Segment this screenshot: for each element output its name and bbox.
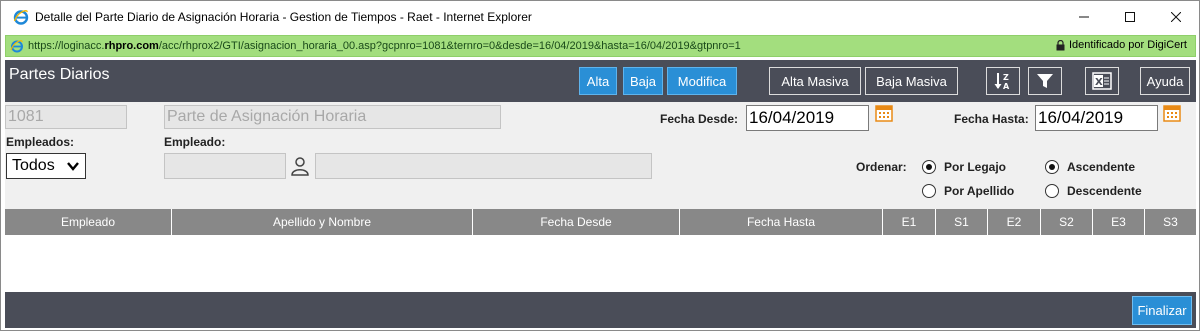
ie-page-icon — [10, 40, 23, 53]
empleado-code-field — [164, 153, 286, 179]
app-content: Partes Diarios Alta Baja Modifica Alta M… — [5, 60, 1196, 328]
finalizar-button[interactable]: Finalizar — [1132, 296, 1192, 325]
chevron-down-icon — [67, 162, 79, 171]
column-header[interactable]: S1 — [936, 209, 988, 235]
description-field: Parte de Asignación Horaria — [164, 105, 501, 129]
window-controls — [1061, 1, 1199, 33]
sort-az-icon: Z A — [994, 73, 1010, 91]
maximize-icon — [1125, 12, 1135, 22]
modifica-button[interactable]: Modifica — [667, 67, 737, 95]
svg-text:A: A — [1003, 82, 1010, 91]
por-legajo-radio[interactable] — [922, 160, 936, 174]
column-header[interactable]: Fecha Desde — [473, 209, 680, 235]
excel-icon: X — [1092, 72, 1112, 90]
user-search-icon[interactable] — [290, 156, 310, 176]
ascendente-label: Ascendente — [1067, 160, 1136, 174]
footer-bar: Finalizar — [5, 292, 1196, 328]
filter-form: 1081 Parte de Asignación Horaria Fecha D… — [5, 102, 1196, 209]
column-header[interactable]: S2 — [1041, 209, 1093, 235]
fecha-hasta-label: Fecha Hasta: — [954, 112, 1029, 126]
calendar-icon[interactable] — [1163, 104, 1181, 122]
column-header[interactable]: Apellido y Nombre — [172, 209, 473, 235]
fecha-desde-label: Fecha Desde: — [660, 112, 739, 126]
minimize-icon — [1079, 16, 1089, 18]
calendar-icon[interactable] — [875, 104, 893, 122]
close-icon — [1171, 12, 1181, 22]
ayuda-button[interactable]: Ayuda — [1140, 67, 1190, 95]
maximize-button[interactable] — [1107, 1, 1153, 33]
descendente-label: Descendente — [1067, 184, 1142, 198]
window-title: Detalle del Parte Diario de Asignación H… — [35, 10, 532, 24]
column-header[interactable]: S3 — [1145, 209, 1196, 235]
column-header[interactable]: E1 — [883, 209, 936, 235]
column-header[interactable]: Empleado — [5, 209, 172, 235]
security-label: Identificado por DigiCert — [1068, 39, 1187, 51]
alta-button[interactable]: Alta — [579, 67, 617, 95]
minimize-button[interactable] — [1061, 1, 1107, 33]
page-title: Partes Diarios — [9, 66, 110, 83]
toolbar: Partes Diarios Alta Baja Modifica Alta M… — [5, 60, 1196, 102]
svg-text:Z: Z — [1003, 73, 1009, 82]
empleados-label: Empleados: — [6, 135, 75, 149]
por-apellido-label: Por Apellido — [944, 184, 1015, 198]
alta-masiva-button[interactable]: Alta Masiva — [769, 67, 861, 95]
sort-button[interactable]: Z A — [986, 67, 1020, 95]
table-body — [5, 235, 1196, 292]
column-header[interactable]: Fecha Hasta — [680, 209, 883, 235]
excel-export-button[interactable]: X — [1085, 67, 1119, 95]
browser-window: Detalle del Parte Diario de Asignación H… — [0, 0, 1200, 331]
baja-masiva-button[interactable]: Baja Masiva — [865, 67, 958, 95]
internet-explorer-icon — [13, 10, 29, 25]
baja-button[interactable]: Baja — [623, 67, 663, 95]
column-header[interactable]: E2 — [988, 209, 1041, 235]
empleados-select[interactable]: Todos — [6, 153, 86, 179]
fecha-desde-input[interactable]: 16/04/2019 — [746, 105, 869, 131]
descendente-radio[interactable] — [1045, 184, 1059, 198]
close-button[interactable] — [1153, 1, 1199, 33]
empleado-label: Empleado: — [164, 135, 226, 149]
empleados-select-value: Todos — [12, 157, 55, 174]
svg-text:X: X — [1095, 77, 1103, 88]
security-indicator[interactable]: Identificado por DigiCert — [1056, 39, 1187, 51]
ordenar-label: Ordenar: — [856, 160, 907, 174]
empleado-name-field — [315, 153, 652, 179]
column-header[interactable]: E3 — [1093, 209, 1145, 235]
table-header: Empleado Apellido y Nombre Fecha Desde F… — [5, 209, 1196, 235]
ascendente-radio[interactable] — [1045, 160, 1059, 174]
filter-icon — [1037, 74, 1053, 88]
title-bar: Detalle del Parte Diario de Asignación H… — [1, 1, 1199, 33]
fecha-hasta-input[interactable]: 16/04/2019 — [1035, 105, 1158, 131]
por-legajo-label: Por Legajo — [944, 160, 1007, 174]
code-field: 1081 — [5, 105, 127, 129]
url-text: https://loginacc.rhpro.com/acc/rhprox2/G… — [28, 40, 741, 52]
address-bar[interactable]: https://loginacc.rhpro.com/acc/rhprox2/G… — [5, 35, 1196, 57]
filter-button[interactable] — [1028, 67, 1062, 95]
por-apellido-radio[interactable] — [922, 184, 936, 198]
lock-icon — [1056, 39, 1065, 50]
